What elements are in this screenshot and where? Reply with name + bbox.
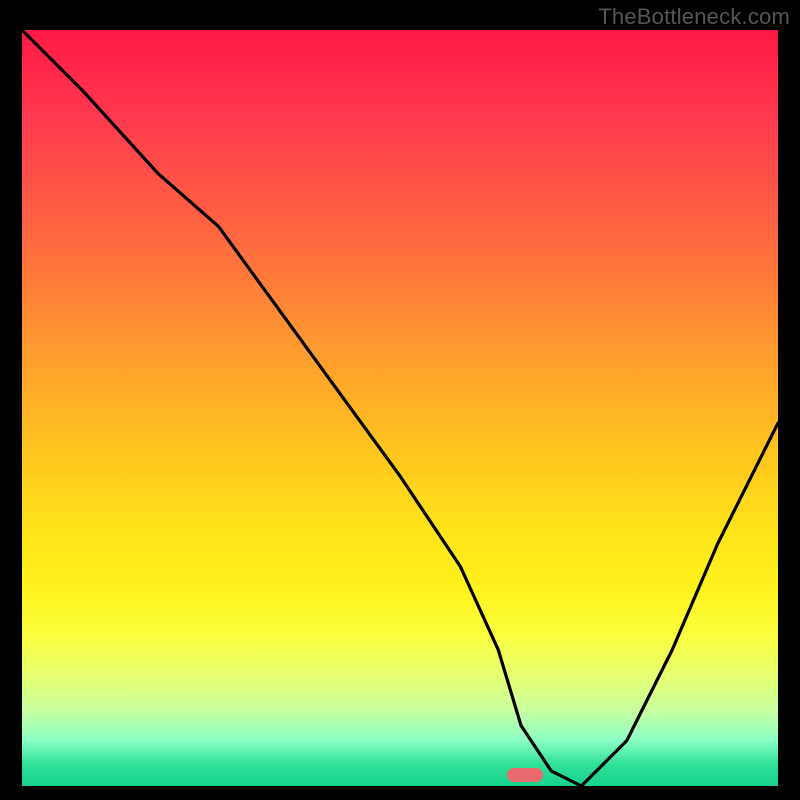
- chart-frame: TheBottleneck.com: [0, 0, 800, 800]
- watermark-text: TheBottleneck.com: [598, 4, 790, 30]
- plot-area: [22, 30, 778, 786]
- optimum-marker: [507, 768, 543, 782]
- line-curve: [22, 30, 778, 786]
